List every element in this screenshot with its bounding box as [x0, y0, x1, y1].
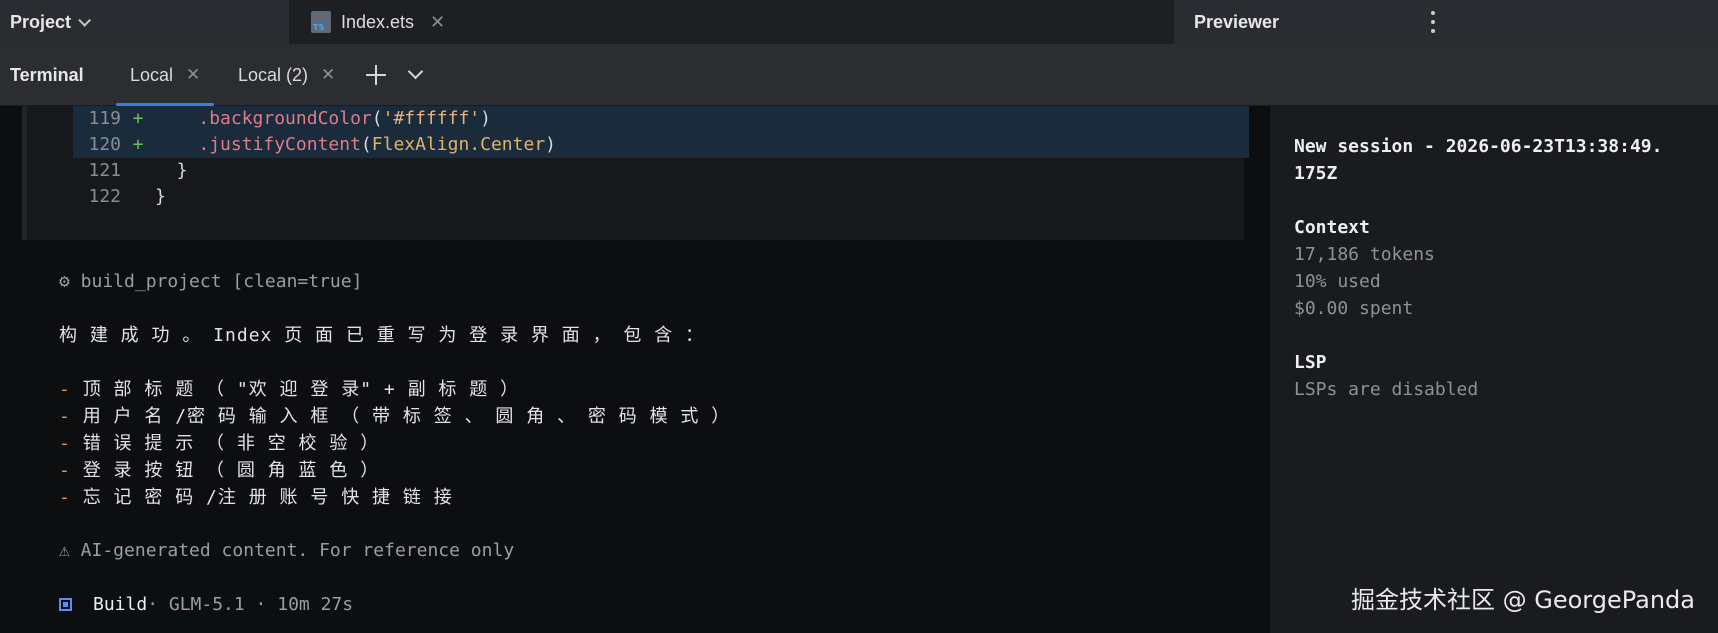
diff-line: 122} — [88, 186, 166, 207]
build-meta: · GLM-5.1 · 10m 27s — [147, 594, 354, 615]
previewer-header: Previewer — [1174, 0, 1718, 44]
previewer-label: Previewer — [1194, 11, 1280, 32]
context-used: 10% used — [1294, 271, 1381, 292]
editor-tab-bar: Index.ets ✕ — [289, 0, 1435, 44]
project-label: Project — [10, 11, 72, 32]
session-side-panel: New session - 2026-06-23T13:38:49. 175Z … — [1270, 106, 1718, 633]
build-label: Build — [93, 594, 148, 615]
terminal-output: 119 + .backgroundColor('#ffffff') 120 + .j… — [0, 106, 1270, 633]
top-bar: Project Index.ets ✕ Previewer — [0, 0, 1718, 44]
session-title: New session - 2026-06-23T13:38:49. — [1294, 136, 1663, 157]
build-status: Build · GLM-5.1 · 10m 27s — [59, 594, 353, 615]
lsp-heading: LSP — [1294, 352, 1327, 373]
diff-line: 121 } — [88, 160, 188, 181]
editor-tab-label: Index.ets — [341, 11, 415, 32]
terminal-tab-local-2[interactable]: Local (2) ✕ — [238, 44, 335, 106]
terminal-tab-label: Local (2) — [238, 64, 309, 85]
context-heading: Context — [1294, 217, 1370, 238]
list-item: - 错 误 提 示 （ 非 空 校 验 ） — [59, 433, 380, 454]
close-icon[interactable]: ✕ — [186, 65, 200, 85]
ai-warning: ⚠ AI-generated content. For reference on… — [59, 540, 515, 561]
list-item: - 用 户 名 /密 码 输 入 框 （ 带 标 签 、 圆 角 、 密 码 模… — [59, 406, 731, 427]
editor-tab-index-ets[interactable]: Index.ets ✕ — [311, 0, 445, 44]
context-tokens: 17,186 tokens — [1294, 244, 1435, 265]
terminal-tab-label: Local — [130, 64, 174, 85]
diff-line: 119 + .backgroundColor('#ffffff') — [73, 106, 1249, 132]
list-item: - 顶 部 标 题 （ "欢 迎 登 录" + 副 标 题 ） — [59, 379, 520, 400]
diff-line: 120 + .justifyContent(FlexAlign.Center) — [73, 132, 1249, 158]
lsp-status: LSPs are disabled — [1294, 379, 1479, 400]
chevron-down-icon[interactable] — [407, 63, 424, 80]
build-square-icon — [59, 598, 72, 611]
close-icon[interactable]: ✕ — [321, 65, 335, 85]
terminal-title: Terminal — [10, 64, 84, 85]
terminal-tab-local[interactable]: Local ✕ — [115, 44, 215, 106]
session-title-cont: 175Z — [1294, 163, 1338, 184]
diff-block: 119 + .backgroundColor('#ffffff') 120 + .j… — [22, 106, 1249, 240]
close-icon[interactable]: ✕ — [430, 12, 445, 33]
chevron-down-icon — [78, 13, 92, 27]
list-item: - 登 录 按 钮 （ 圆 角 蓝 色 ） — [59, 460, 380, 481]
context-spent: $0.00 spent — [1294, 298, 1414, 319]
terminal-tab-bar: Terminal Local ✕ Local (2) ✕ — [0, 44, 1718, 106]
project-dropdown[interactable]: Project — [0, 0, 289, 44]
summary-text: 构 建 成 功 。 Index 页 面 已 重 写 为 登 录 界 面 ， 包 … — [59, 325, 705, 346]
tool-call-line: ⚙ build_project [clean=true] — [59, 271, 363, 292]
add-terminal-icon[interactable] — [365, 64, 387, 86]
list-item: - 忘 记 密 码 /注 册 账 号 快 捷 链 接 — [59, 487, 453, 508]
typescript-file-icon — [311, 11, 331, 33]
watermark: 掘金技术社区 @ GeorgePanda — [1351, 586, 1696, 614]
